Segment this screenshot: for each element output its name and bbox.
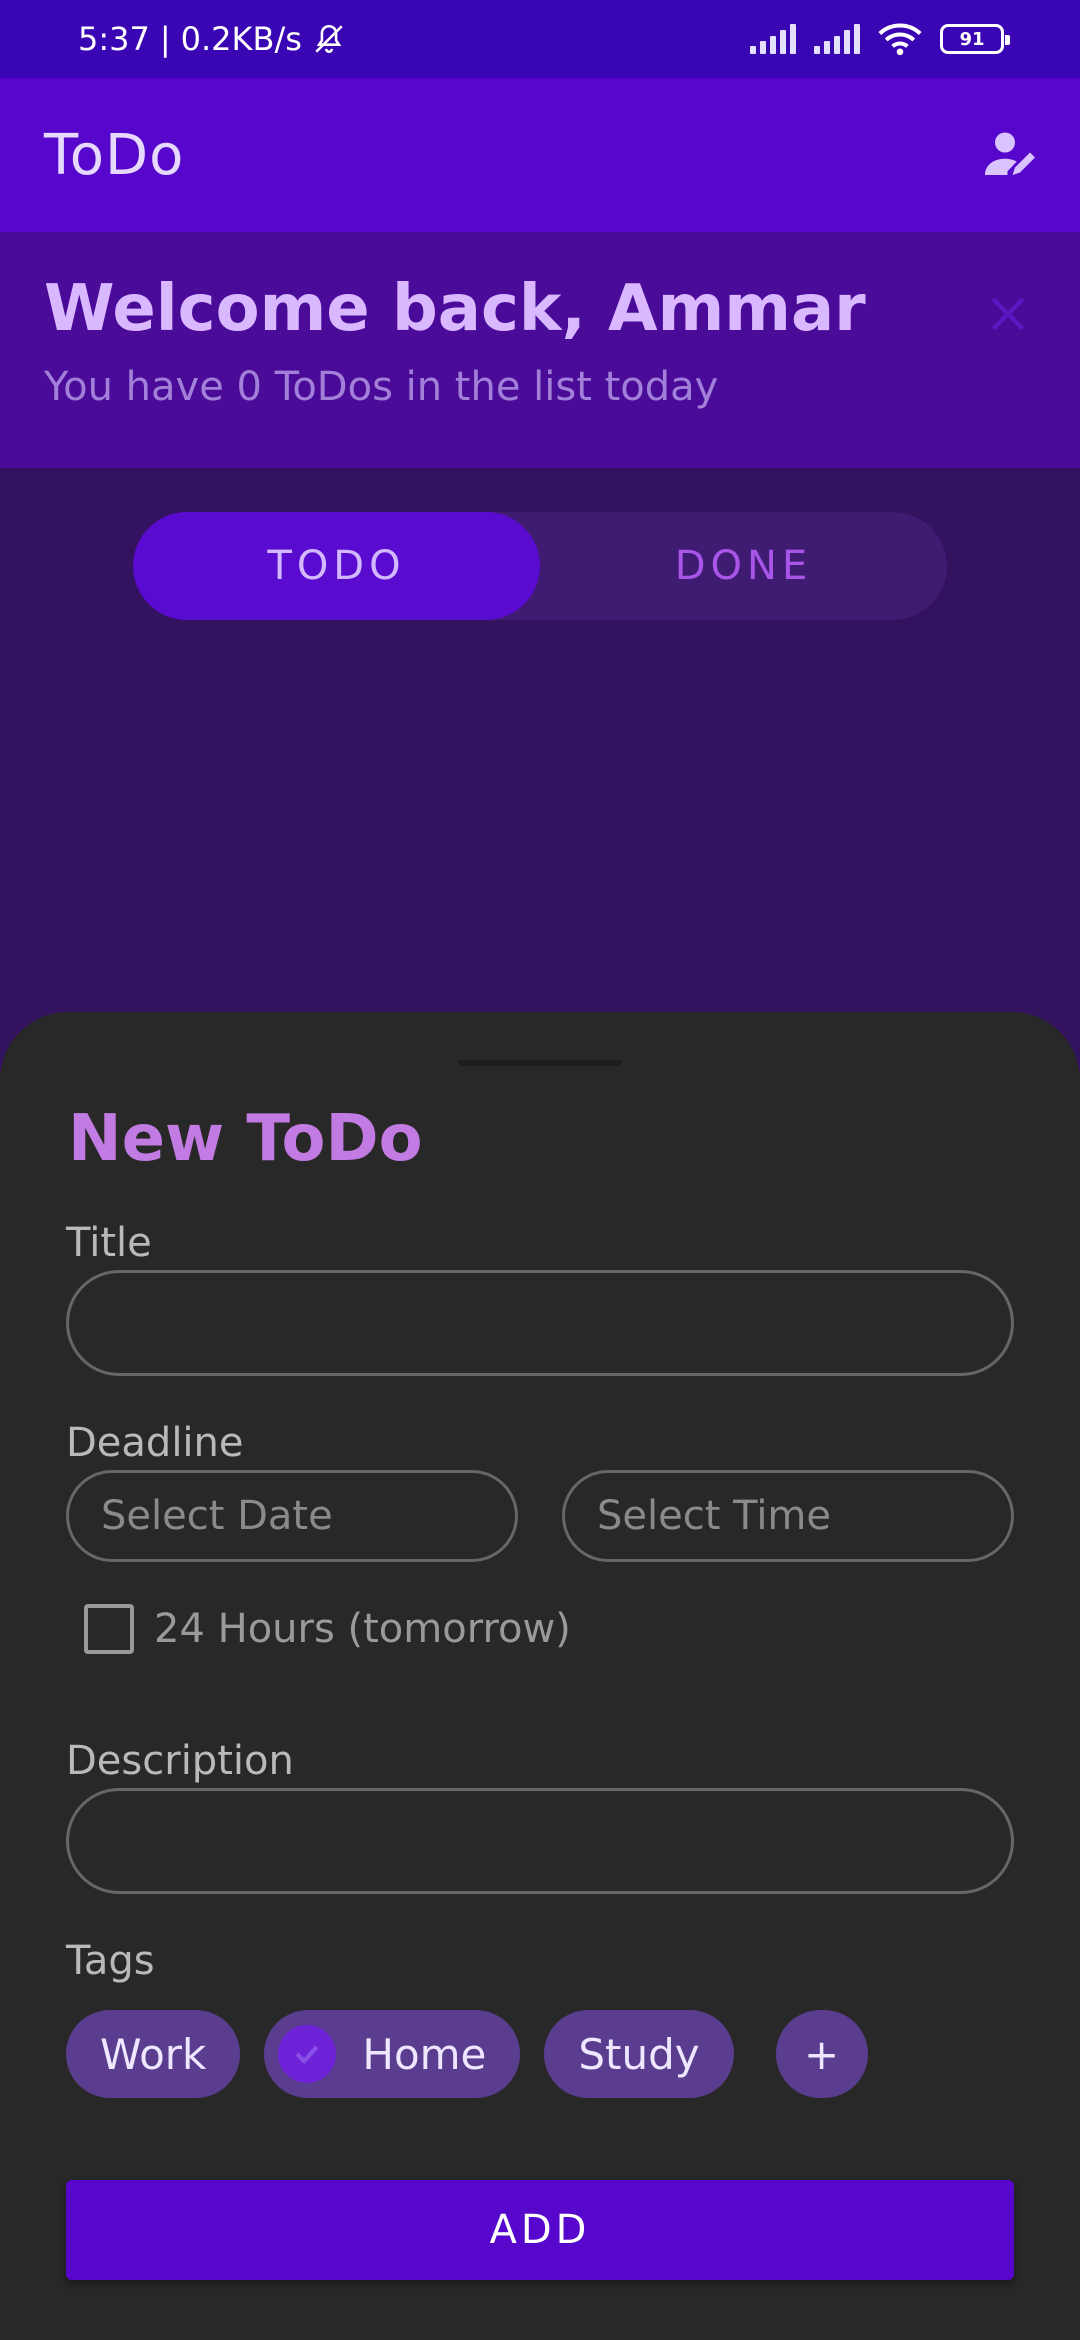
tab-bar: TODO DONE [133, 512, 947, 620]
signal-icon [814, 24, 860, 54]
new-todo-sheet: New ToDo Title Deadline 24 Hours (tomorr… [0, 1012, 1080, 2340]
battery-icon: 91 [940, 24, 1010, 54]
tomorrow-option[interactable]: 24 Hours (tomorrow) [84, 1604, 571, 1654]
tab-done[interactable]: DONE [540, 512, 947, 620]
status-right: 91 [750, 22, 1010, 56]
signal-icon [750, 24, 796, 54]
date-input[interactable] [66, 1470, 518, 1562]
close-icon[interactable] [986, 292, 1030, 336]
check-icon [278, 2025, 337, 2083]
welcome-title: Welcome back, Ammar [44, 272, 866, 346]
status-bar: 5:37 | 0.2KB/s 91 [0, 0, 1080, 78]
status-time: 5:37 [78, 20, 150, 58]
welcome-subtitle: You have 0 ToDos in the list today [44, 364, 719, 410]
drag-handle[interactable] [458, 1060, 622, 1066]
battery-level: 91 [959, 28, 985, 50]
tags-label: Tags [66, 1938, 155, 1984]
tag-chip-home[interactable]: Home [264, 2010, 521, 2098]
welcome-banner: Welcome back, Ammar You have 0 ToDos in … [0, 232, 1080, 468]
tab-todo[interactable]: TODO [133, 512, 540, 620]
status-separator: | [159, 20, 171, 58]
title-label: Title [66, 1220, 152, 1266]
status-network-speed: 0.2KB/s [180, 20, 302, 58]
time-input[interactable] [562, 1470, 1014, 1562]
tomorrow-checkbox-label: 24 Hours (tomorrow) [154, 1606, 571, 1652]
bell-off-icon [315, 24, 343, 53]
description-input[interactable] [66, 1788, 1014, 1894]
add-button[interactable]: ADD [66, 2180, 1014, 2280]
sheet-title: New ToDo [68, 1102, 423, 1176]
status-left: 5:37 | 0.2KB/s [78, 20, 346, 58]
deadline-label: Deadline [66, 1420, 244, 1466]
person-edit-icon[interactable] [980, 125, 1040, 185]
title-input[interactable] [66, 1270, 1014, 1376]
tag-chip-label: Home [362, 2029, 487, 2079]
tomorrow-checkbox[interactable] [84, 1604, 134, 1654]
description-label: Description [66, 1738, 294, 1784]
app-title: ToDo [44, 122, 185, 188]
tag-chip-study[interactable]: Study [544, 2010, 734, 2098]
tag-chip-work[interactable]: Work [66, 2010, 241, 2098]
tag-chips: Work Home Study + [66, 2010, 868, 2098]
add-tag-button[interactable]: + [775, 2010, 868, 2098]
wifi-icon [878, 23, 922, 56]
app-bar: ToDo [0, 78, 1080, 232]
